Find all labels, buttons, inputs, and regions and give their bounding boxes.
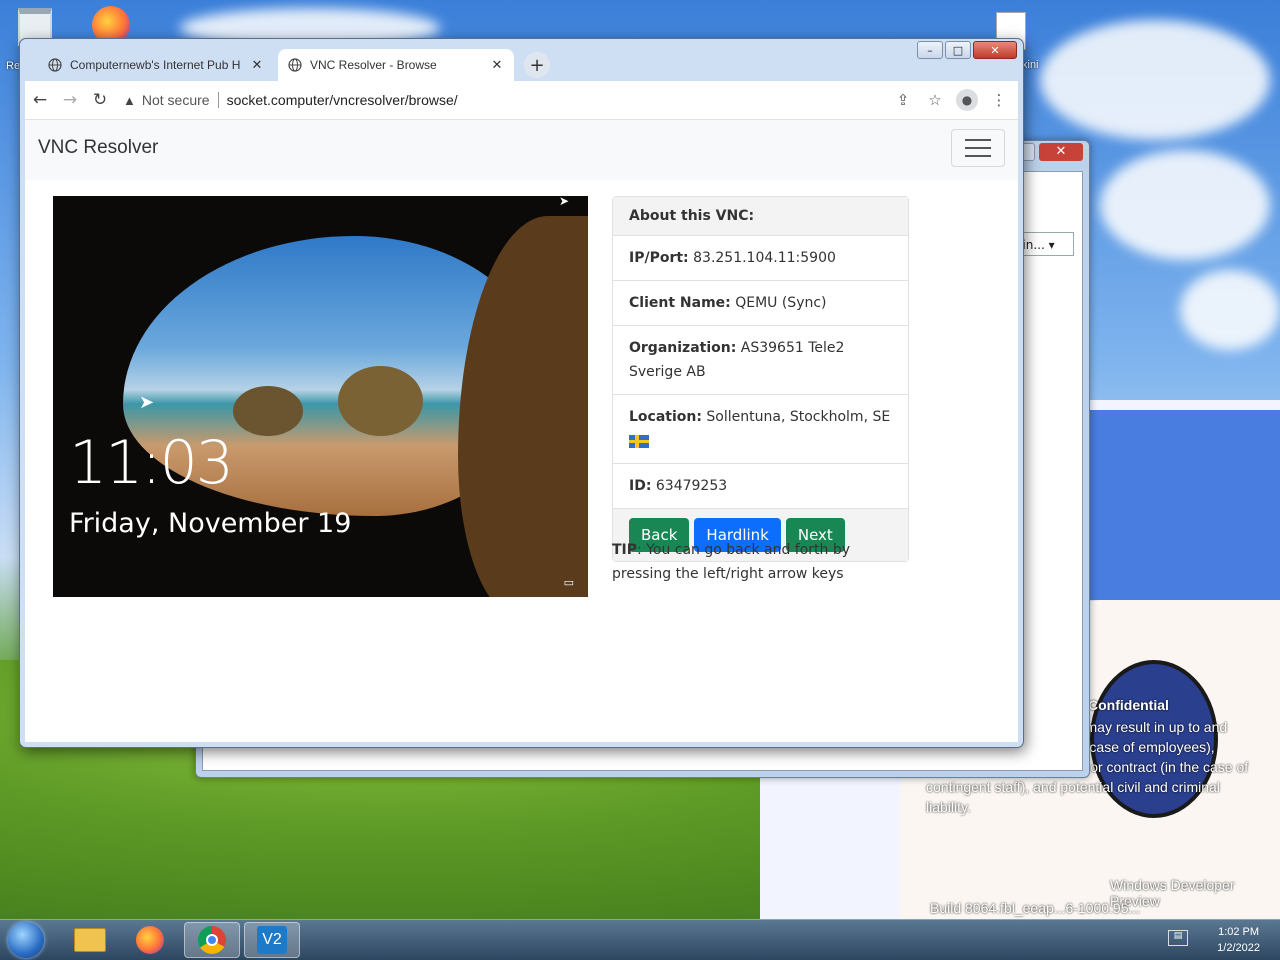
bg-close-button[interactable]: ✕ (1039, 143, 1083, 161)
folder-icon (74, 928, 106, 952)
client-value: QEMU (Sync) (735, 295, 827, 311)
organization-label: Organization: (629, 340, 737, 356)
caption-buttons: – □ ✕ (917, 41, 1017, 59)
sweden-flag-icon (629, 434, 649, 448)
cursor-icon: ➤ (139, 392, 155, 413)
tab-close-icon[interactable]: ✕ (490, 57, 504, 73)
taskbar: V2 ▤ 1:02 PM 1/2/2022 (0, 919, 1280, 960)
cloud (1180, 270, 1280, 350)
ip-value: 83.251.104.11:5900 (693, 250, 836, 266)
divider (217, 92, 219, 108)
forward-arrow-icon[interactable]: → (55, 85, 85, 115)
browser-toolbar: ← → ↻ ▲ Not secure socket.computer/vncre… (25, 81, 1018, 120)
rock (233, 386, 303, 436)
new-tab-button[interactable]: + (524, 52, 550, 78)
tab-vnc-resolver[interactable]: VNC Resolver - Browse ✕ (278, 49, 514, 81)
taskbar-chrome[interactable] (184, 922, 240, 958)
tip-text: TIP: You can go back and forth by pressi… (612, 538, 912, 586)
close-button[interactable]: ✕ (973, 41, 1017, 59)
security-label[interactable]: Not secure (142, 92, 210, 108)
reload-icon[interactable]: ↻ (85, 85, 115, 115)
tab-label: Computernewb's Internet Pub H (70, 58, 241, 72)
confidential-title: Confidential (1088, 697, 1169, 713)
tab-close-icon[interactable]: ✕ (250, 57, 264, 73)
address-bar[interactable]: ▲ Not secure socket.computer/vncresolver… (123, 85, 892, 115)
tab-strip: Computernewb's Internet Pub H ✕ VNC Reso… (24, 49, 903, 81)
share-icon[interactable]: ⇪ (892, 89, 914, 111)
globe-icon (48, 58, 62, 72)
chrome-icon (198, 926, 226, 954)
rock (338, 366, 423, 436)
file-desktop-label: xini (1022, 59, 1039, 71)
vnc-info-card: About this VNC: IP/Port: 83.251.104.11:5… (612, 196, 909, 562)
action-center-icon[interactable]: ▤ (1168, 930, 1188, 946)
location-label: Location: (629, 409, 702, 425)
taskbar-explorer[interactable] (62, 922, 118, 958)
warning-icon[interactable]: ▲ (123, 93, 136, 108)
globe-icon (288, 58, 302, 72)
id-value: 63479253 (655, 478, 728, 494)
minimize-button[interactable]: – (917, 41, 943, 59)
clock-time: 1:02 PM (1218, 926, 1260, 938)
build-line-2: Build 8064.fbl_eeap...6-1000.95... (930, 900, 1141, 916)
organization-row: Organization: AS39651 Tele2 Sverige AB (613, 326, 908, 395)
cloud (1100, 150, 1270, 260)
card-header: About this VNC: (613, 197, 908, 236)
tab-computernewb[interactable]: Computernewb's Internet Pub H ✕ (38, 49, 274, 81)
toolbar-actions: ⇪ ☆ ● ⋮ (892, 89, 1010, 111)
id-label: ID: (629, 478, 652, 494)
vnc-icon: V2 (257, 926, 287, 954)
client-label: Client Name: (629, 295, 731, 311)
maximize-button[interactable]: □ (945, 41, 971, 59)
cloud (1040, 20, 1270, 140)
profile-avatar-icon[interactable]: ● (956, 89, 978, 111)
tip-body: : You can go back and forth by pressing … (612, 542, 851, 582)
site-navbar: VNC Resolver (25, 120, 1018, 180)
tip-label: TIP (612, 542, 638, 558)
ip-label: IP/Port: (629, 250, 689, 266)
system-clock[interactable]: 1:02 PM 1/2/2022 (1217, 924, 1260, 956)
page-viewport: VNC Resolver 11:03 Friday, November 19 ➤… (25, 120, 1018, 742)
vnc-screenshot: 11:03 Friday, November 19 ➤ ➤ ▭ (53, 196, 588, 597)
back-arrow-icon[interactable]: ← (25, 85, 55, 115)
lockscreen-time: 11:03 (69, 428, 234, 498)
client-row: Client Name: QEMU (Sync) (613, 281, 908, 326)
clock-date: 1/2/2022 (1217, 942, 1260, 954)
taskbar-vnc[interactable]: V2 (244, 922, 300, 958)
hamburger-menu-icon[interactable] (951, 129, 1005, 167)
star-icon[interactable]: ☆ (924, 89, 946, 111)
browser-window[interactable]: – □ ✕ Computernewb's Internet Pub H ✕ VN… (19, 38, 1024, 748)
menu-dots-icon[interactable]: ⋮ (988, 89, 1010, 111)
location-value: Sollentuna, Stockholm, SE (706, 409, 891, 425)
location-row: Location: Sollentuna, Stockholm, SE (613, 395, 908, 464)
site-brand[interactable]: VNC Resolver (38, 137, 158, 159)
recycle-bin-label: Re (6, 60, 21, 72)
id-row: ID: 63479253 (613, 464, 908, 509)
network-icon: ▭ (563, 576, 574, 589)
firefox-icon (136, 926, 164, 954)
tab-label: VNC Resolver - Browse (310, 58, 437, 72)
cursor-icon: ➤ (559, 196, 570, 208)
start-button[interactable] (8, 922, 44, 958)
taskbar-firefox[interactable] (122, 922, 178, 958)
lockscreen-date: Friday, November 19 (69, 508, 352, 539)
ip-row: IP/Port: 83.251.104.11:5900 (613, 236, 908, 281)
url-text[interactable]: socket.computer/vncresolver/browse/ (227, 92, 458, 108)
